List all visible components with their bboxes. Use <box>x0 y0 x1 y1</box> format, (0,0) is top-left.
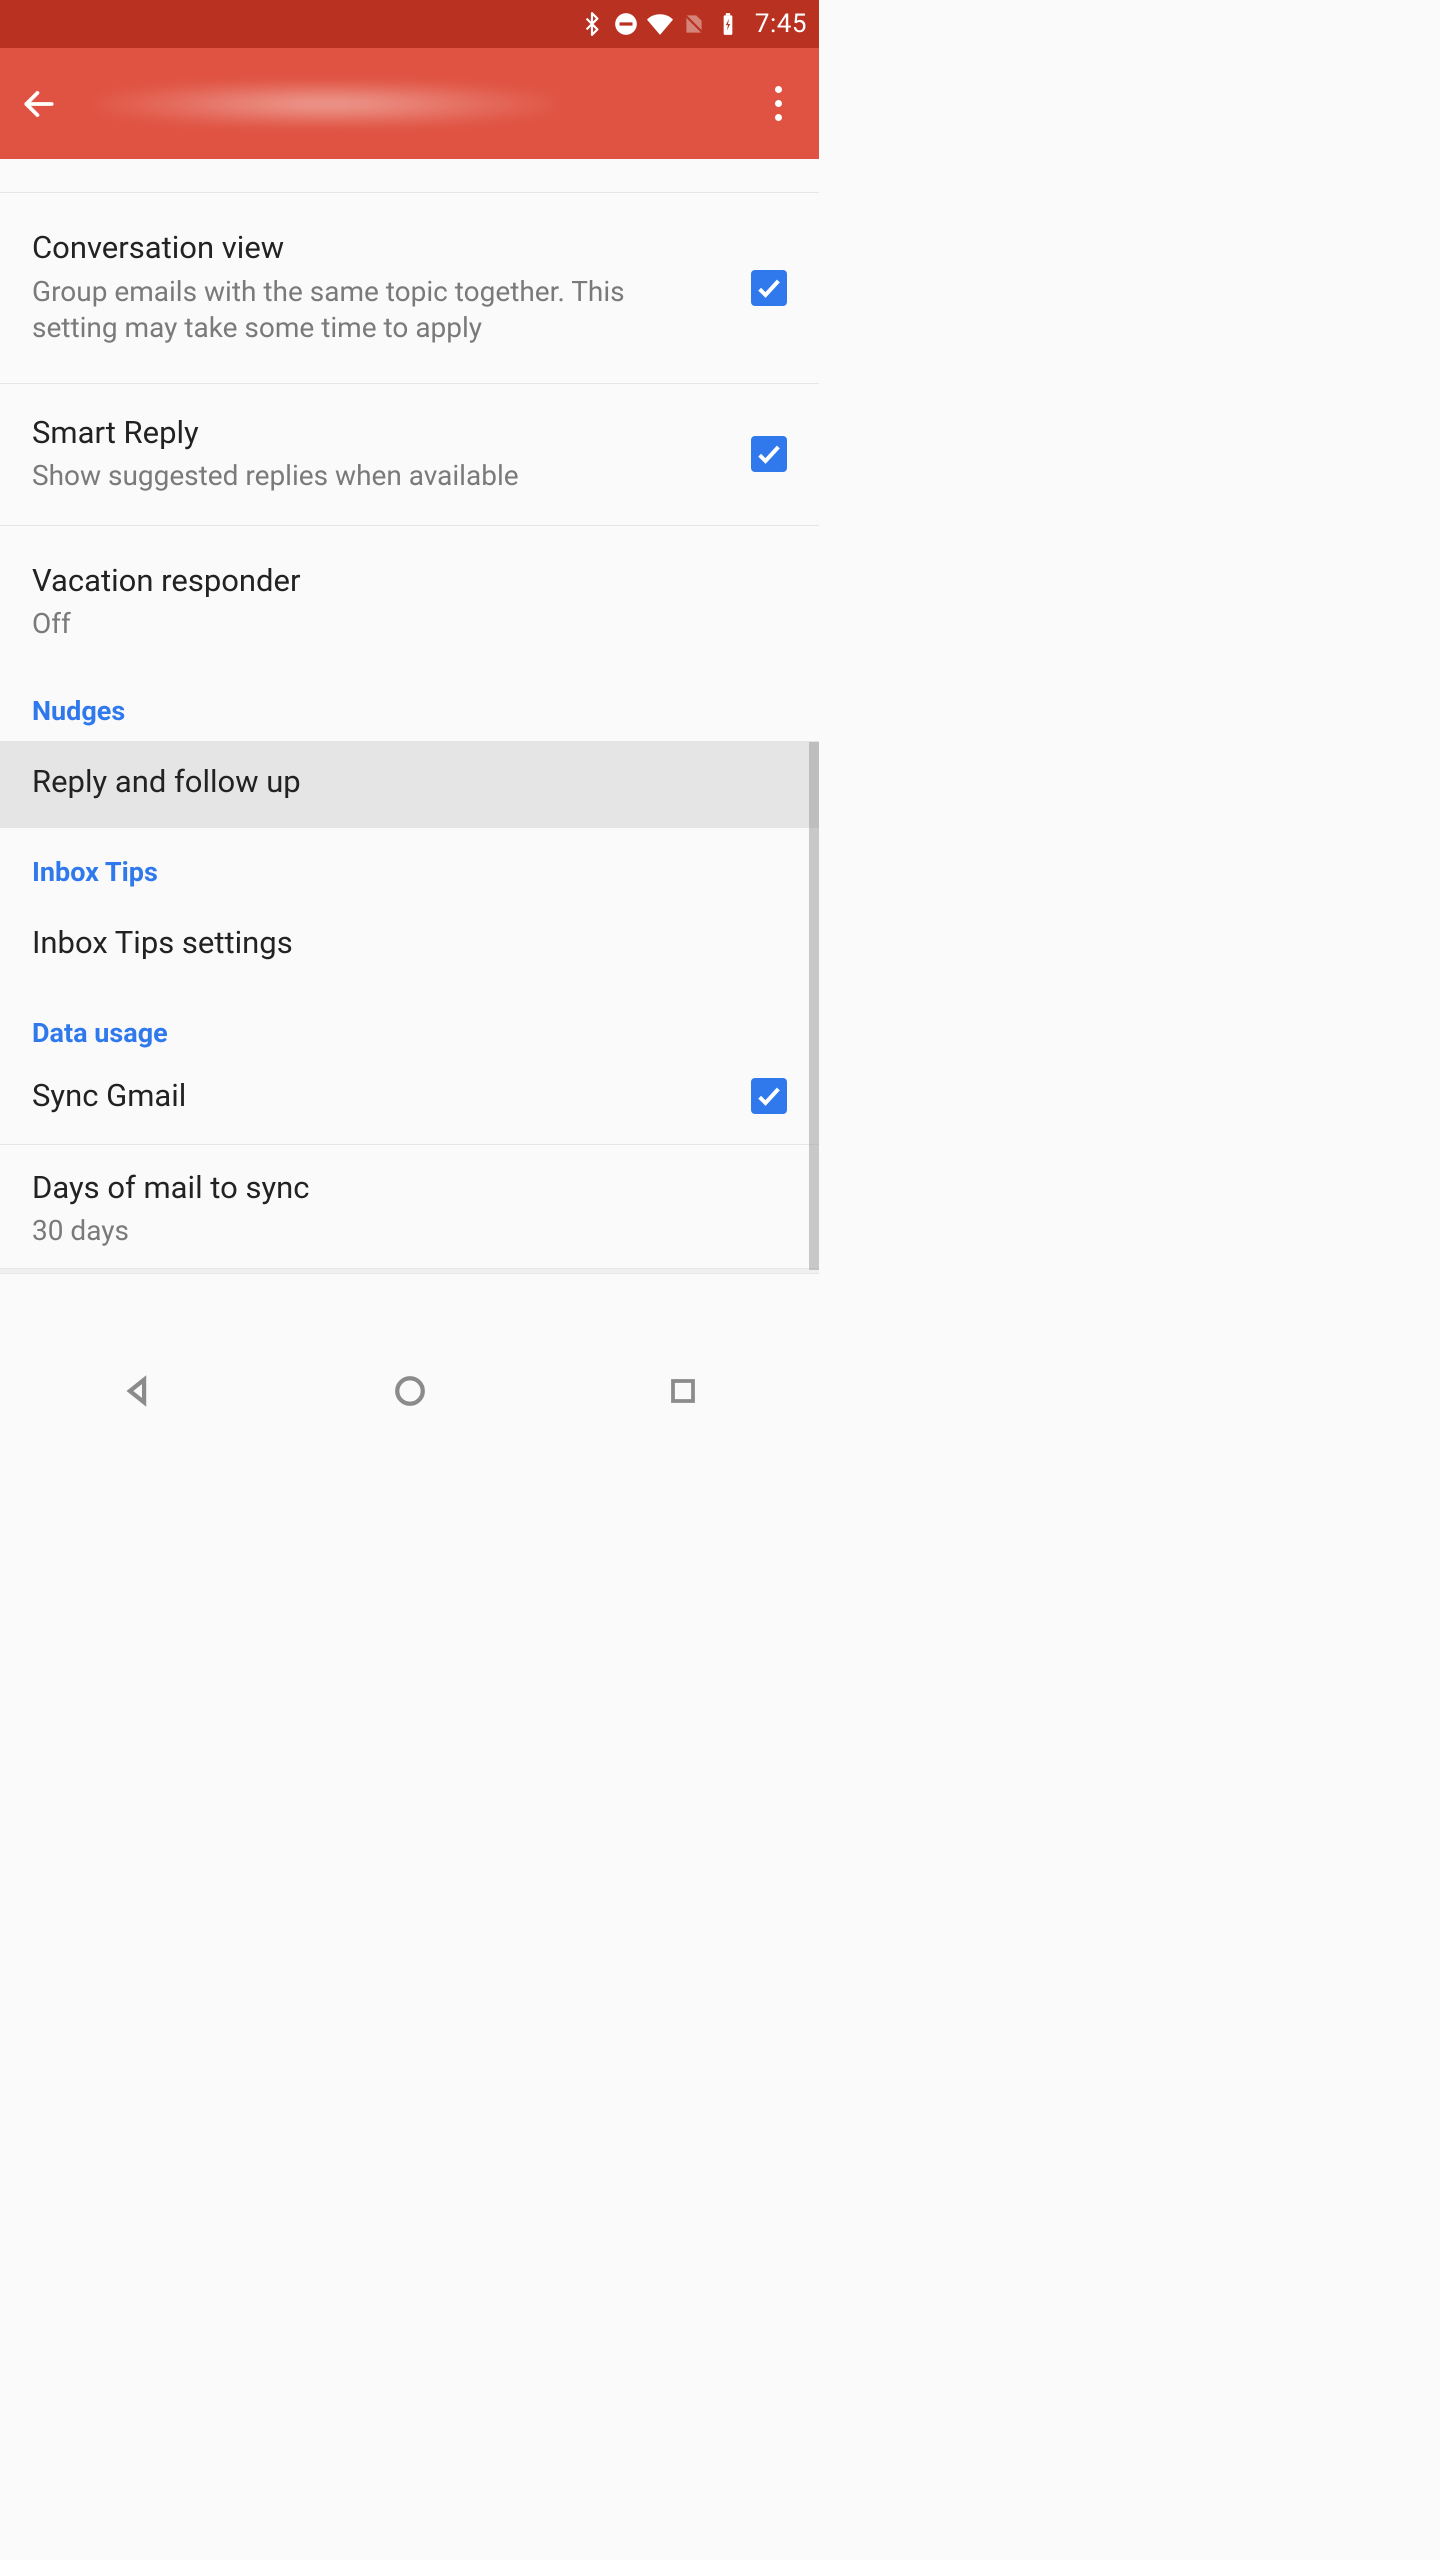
inbox-tips-header: Inbox Tips <box>0 828 819 902</box>
conversation-view-subtitle: Group emails with the same topic togethe… <box>32 274 711 347</box>
conversation-view-checkbox[interactable] <box>751 270 787 306</box>
smart-reply-row[interactable]: Smart Reply Show suggested replies when … <box>0 384 819 526</box>
top-spacer <box>0 159 819 193</box>
square-recents-icon <box>668 1376 698 1406</box>
more-vert-icon <box>775 86 782 121</box>
sync-gmail-row[interactable]: Sync Gmail <box>0 1063 819 1145</box>
check-icon <box>755 440 783 468</box>
back-button[interactable] <box>18 83 60 125</box>
days-to-sync-title: Days of mail to sync <box>32 1169 747 1208</box>
nudges-header: Nudges <box>0 653 819 741</box>
bluetooth-icon <box>579 11 605 37</box>
days-to-sync-row[interactable]: Days of mail to sync 30 days <box>0 1145 819 1268</box>
page-title-blurred <box>96 81 556 127</box>
nav-back-button[interactable] <box>115 1369 159 1413</box>
conversation-view-title: Conversation view <box>32 229 711 268</box>
overflow-menu-button[interactable] <box>757 83 799 125</box>
circle-home-icon <box>393 1374 427 1408</box>
bottom-divider <box>0 1268 819 1274</box>
nav-home-button[interactable] <box>388 1369 432 1413</box>
status-bar: 7:45 <box>0 0 819 48</box>
smart-reply-checkbox[interactable] <box>751 436 787 472</box>
inbox-tips-settings-row[interactable]: Inbox Tips settings <box>0 902 819 989</box>
do-not-disturb-icon <box>613 11 639 37</box>
vacation-responder-title: Vacation responder <box>32 562 747 601</box>
arrow-left-icon <box>20 85 58 123</box>
no-sim-icon <box>681 11 707 37</box>
vacation-responder-row[interactable]: Vacation responder Off <box>0 526 819 653</box>
sync-gmail-title: Sync Gmail <box>32 1077 711 1116</box>
check-icon <box>755 274 783 302</box>
battery-charging-icon <box>715 11 741 37</box>
status-icons: 7:45 <box>579 9 807 39</box>
navigation-bar <box>0 1340 819 1440</box>
sync-gmail-checkbox[interactable] <box>751 1078 787 1114</box>
data-usage-header: Data usage <box>0 989 819 1063</box>
smart-reply-subtitle: Show suggested replies when available <box>32 458 711 494</box>
smart-reply-title: Smart Reply <box>32 414 711 453</box>
vacation-responder-value: Off <box>32 606 747 642</box>
app-bar <box>0 48 819 159</box>
status-time: 7:45 <box>755 9 807 39</box>
nav-recents-button[interactable] <box>661 1369 705 1413</box>
wifi-icon <box>647 11 673 37</box>
settings-content: Conversation view Group emails with the … <box>0 159 819 1274</box>
scrollbar-thumb[interactable] <box>809 742 819 1270</box>
days-to-sync-value: 30 days <box>32 1213 747 1249</box>
check-icon <box>755 1082 783 1110</box>
triangle-back-icon <box>120 1374 154 1408</box>
conversation-view-row[interactable]: Conversation view Group emails with the … <box>0 193 819 384</box>
reply-follow-up-row[interactable]: Reply and follow up <box>0 741 819 828</box>
